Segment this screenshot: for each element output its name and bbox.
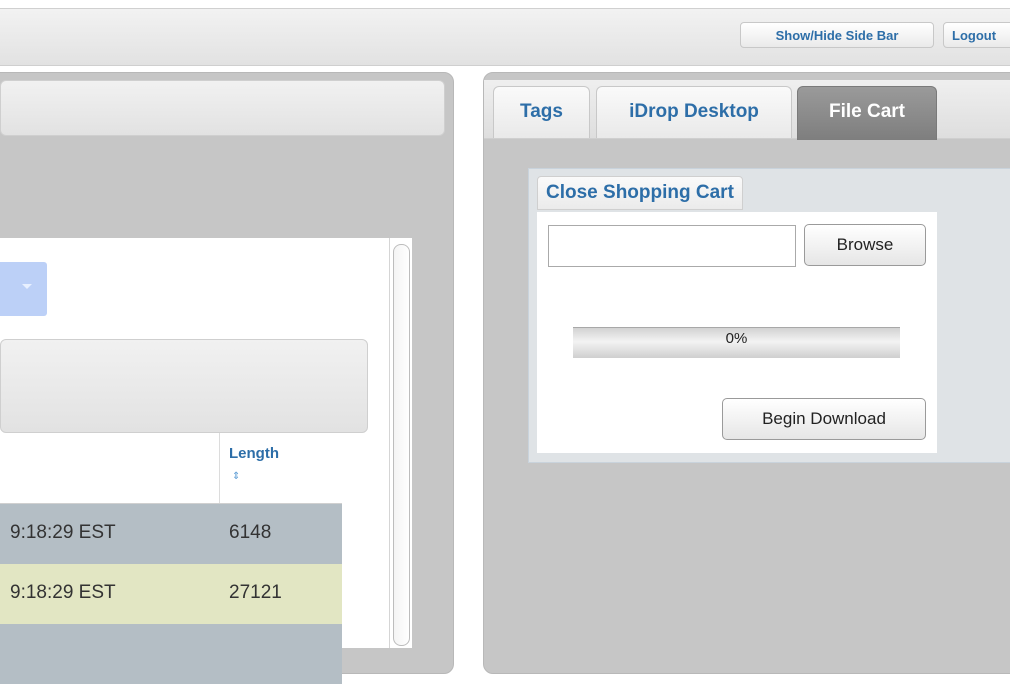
begin-download-button[interactable]: Begin Download: [722, 398, 926, 440]
table-toolbar: [0, 339, 368, 433]
view-select-dropdown[interactable]: [0, 262, 47, 316]
left-panel-header: [0, 80, 445, 136]
logout-button[interactable]: Logout: [943, 22, 1010, 48]
cell-time: 9:18:29 EST: [10, 582, 116, 603]
scrollbar-track[interactable]: [393, 244, 410, 646]
table-row[interactable]: [0, 624, 342, 684]
cell-time: 9:18:29 EST: [10, 522, 116, 543]
table-row[interactable]: 9:18:29 EST 27121: [0, 564, 342, 624]
table-header-row: Length ⇕: [0, 433, 342, 504]
file-path-input[interactable]: [548, 225, 796, 267]
tab-file-cart[interactable]: File Cart: [797, 86, 937, 140]
dropdown-caret-icon: [22, 284, 32, 289]
tab-idrop-desktop[interactable]: iDrop Desktop: [596, 86, 792, 138]
close-shopping-cart-button[interactable]: Close Shopping Cart: [537, 176, 743, 210]
sort-icon[interactable]: ⇕: [232, 472, 240, 482]
download-progress-bar: 0%: [573, 327, 900, 358]
cell-length: 27121: [229, 582, 282, 603]
vertical-scrollbar[interactable]: [389, 238, 412, 648]
tab-tags[interactable]: Tags: [493, 86, 590, 138]
column-divider: [219, 433, 220, 503]
show-hide-sidebar-button[interactable]: Show/Hide Side Bar: [740, 22, 934, 48]
progress-label: 0%: [725, 330, 748, 347]
column-header-length[interactable]: Length: [229, 445, 279, 462]
table-row[interactable]: 9:18:29 EST 6148: [0, 504, 342, 564]
cell-length: 6148: [229, 522, 272, 543]
browse-button[interactable]: Browse: [804, 224, 926, 266]
